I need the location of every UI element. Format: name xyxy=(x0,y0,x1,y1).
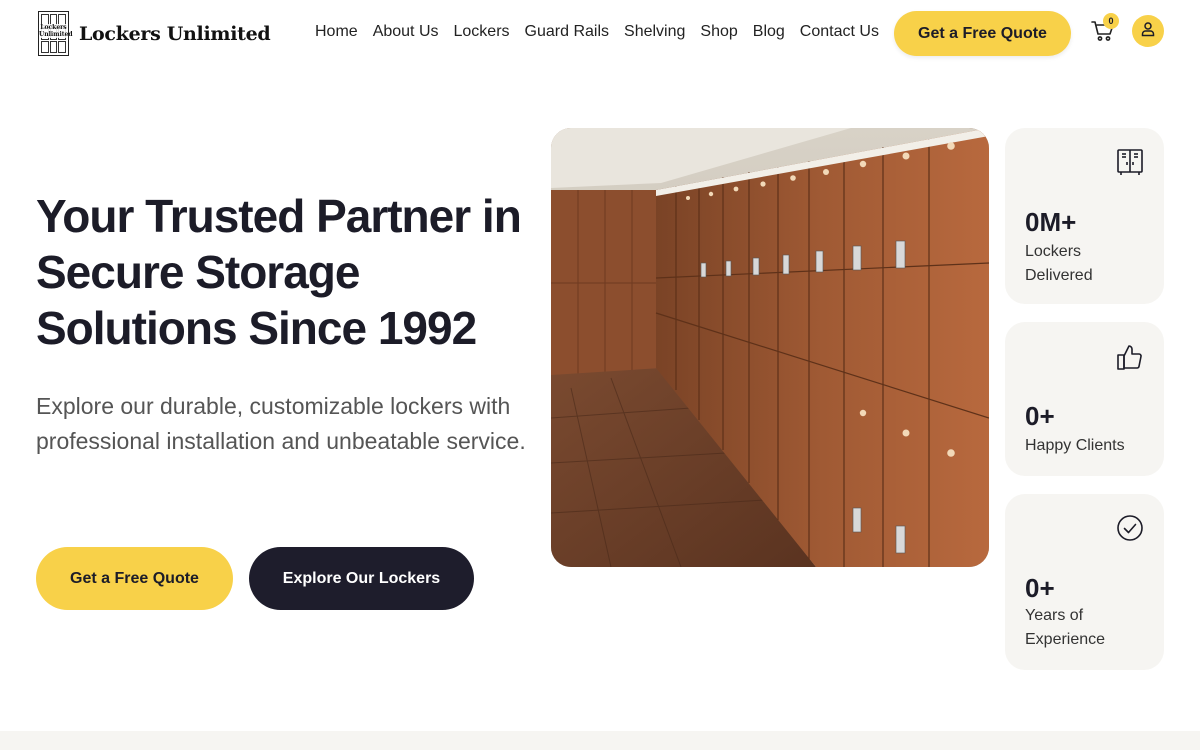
nav-guard-rails[interactable]: Guard Rails xyxy=(525,23,609,41)
main-nav: Home About Us Lockers Guard Rails Shelvi… xyxy=(315,23,879,41)
stat-label-experience: Years of Experience xyxy=(1025,607,1106,648)
stat-card-experience: 0+ Years of Experience xyxy=(1005,494,1164,670)
stat-label-lockers: Lockers Delivered xyxy=(1025,243,1093,284)
stat-card-lockers: 0M+ Lockers Delivered xyxy=(1005,128,1164,304)
header-quote-button[interactable]: Get a Free Quote xyxy=(894,11,1071,56)
hero-subtitle: Explore our durable, customizable locker… xyxy=(36,393,526,454)
hero-quote-button[interactable]: Get a Free Quote xyxy=(36,547,233,610)
explore-lockers-button[interactable]: Explore Our Lockers xyxy=(249,547,474,610)
logo-mark: Lockers Unlimited xyxy=(38,11,73,56)
nav-about-us[interactable]: About Us xyxy=(373,23,439,41)
locker-icon xyxy=(1116,148,1144,181)
stat-value-lockers: 0M+ xyxy=(1025,207,1077,237)
locker-room-photo xyxy=(551,128,989,567)
nav-blog[interactable]: Blog xyxy=(753,23,785,41)
account-button[interactable] xyxy=(1132,15,1164,47)
logo-mark-text: Lockers Unlimited xyxy=(39,24,73,38)
stat-card-clients: 0+ Happy Clients xyxy=(1005,322,1164,476)
thumbs-up-icon xyxy=(1116,343,1144,376)
user-icon xyxy=(1140,21,1156,42)
nav-shop[interactable]: Shop xyxy=(700,23,737,41)
cart-count-badge: 0 xyxy=(1103,13,1119,29)
hero-title: Your Trusted Partner in Secure Storage S… xyxy=(36,190,522,354)
site-header: Lockers Unlimited Lockers Unlimited Home… xyxy=(0,0,1200,66)
stat-value-clients: 0+ xyxy=(1025,401,1055,431)
check-circle-icon xyxy=(1116,514,1144,547)
stat-label-clients: Happy Clients xyxy=(1025,437,1125,454)
nav-home[interactable]: Home xyxy=(315,23,358,41)
brand-logo[interactable]: Lockers Unlimited Lockers Unlimited xyxy=(38,11,271,56)
next-section-band xyxy=(0,731,1200,750)
brand-name: Lockers Unlimited xyxy=(79,22,271,45)
nav-shelving[interactable]: Shelving xyxy=(624,23,685,41)
stat-value-experience: 0+ xyxy=(1025,573,1055,603)
nav-contact-us[interactable]: Contact Us xyxy=(800,23,879,41)
nav-lockers[interactable]: Lockers xyxy=(454,23,510,41)
